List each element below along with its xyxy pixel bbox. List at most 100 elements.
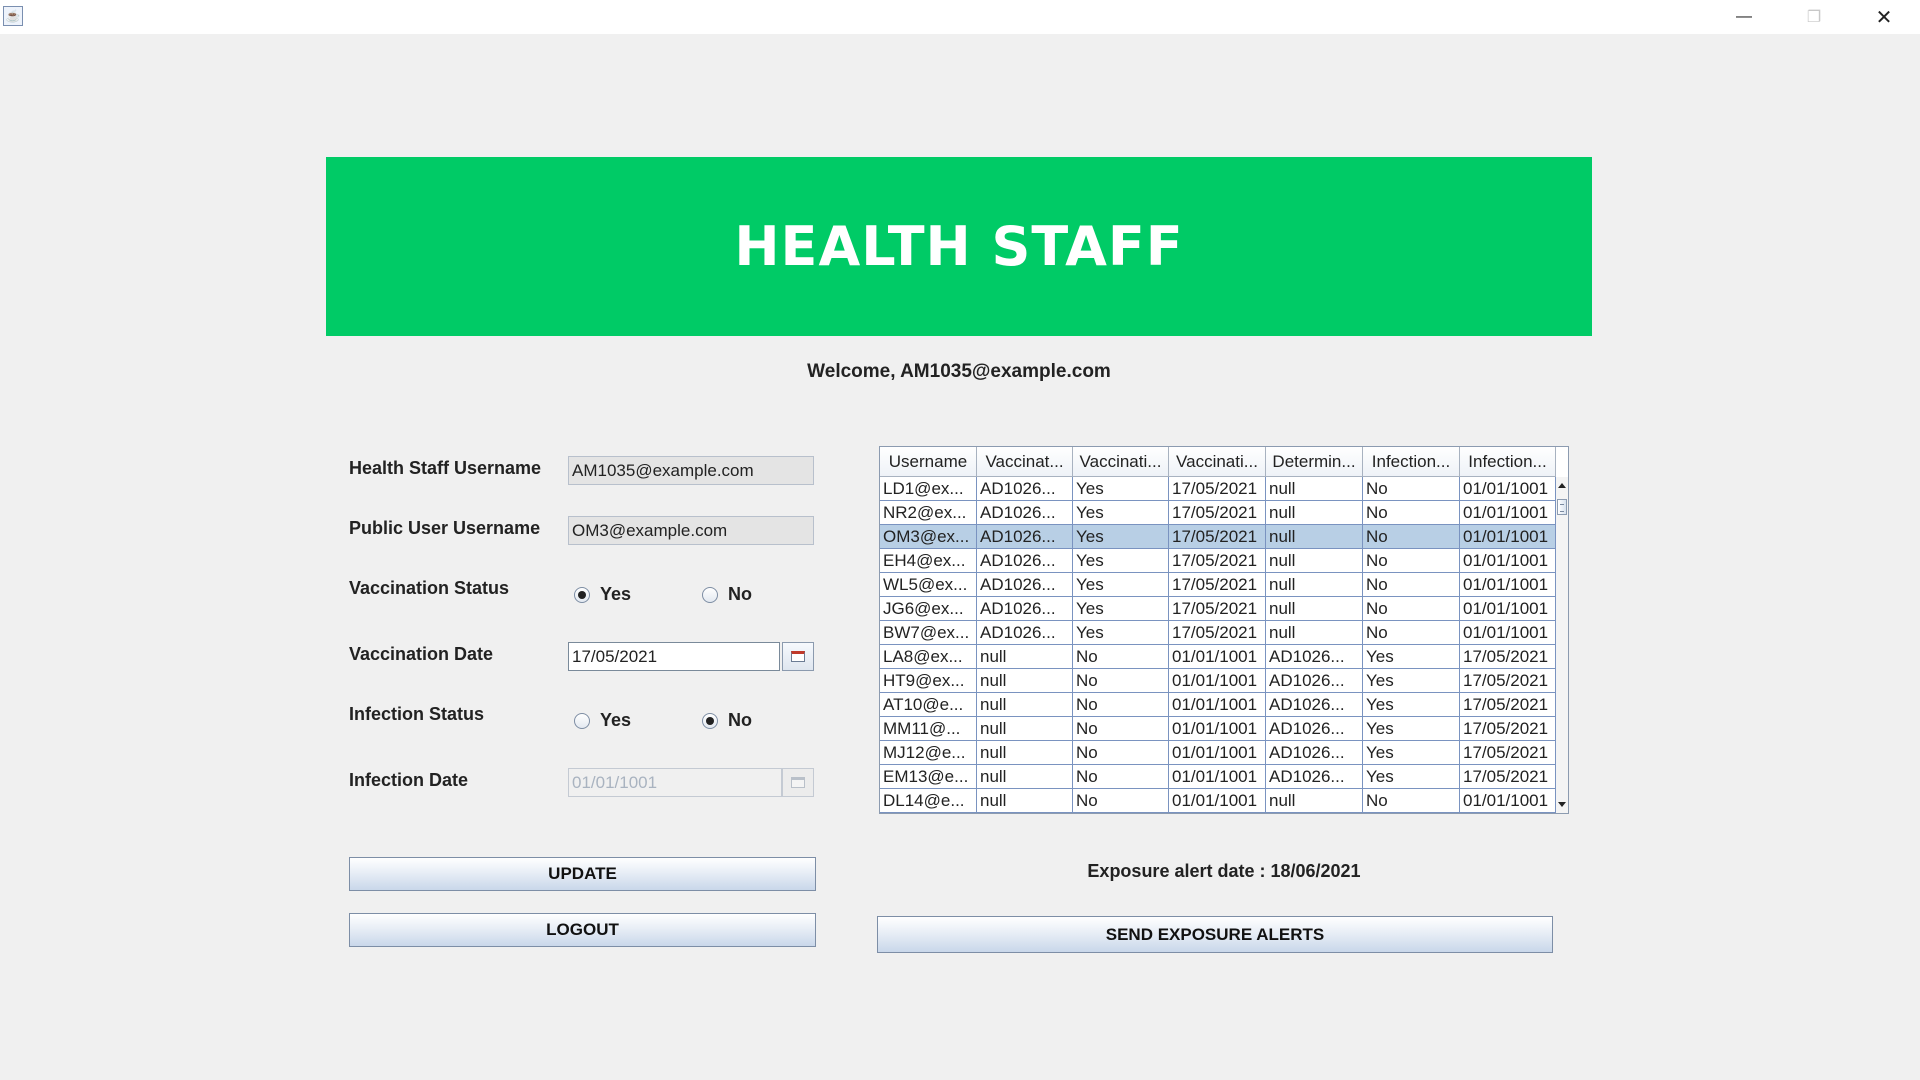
column-header[interactable]: Vaccinati... <box>1169 447 1266 477</box>
column-header[interactable]: Determin... <box>1266 447 1363 477</box>
table-cell[interactable]: null <box>1266 477 1363 501</box>
column-header[interactable]: Username <box>880 447 977 477</box>
table-cell[interactable]: AD1026... <box>977 525 1073 549</box>
table-cell[interactable]: No <box>1073 693 1169 717</box>
table-cell[interactable]: null <box>977 789 1073 813</box>
table-row[interactable]: DL14@e... null No 01/01/1001 null No 01/01/100… <box>880 789 1556 813</box>
public-username-field[interactable]: OM3@example.com <box>568 516 814 545</box>
scroll-down-arrow-icon[interactable] <box>1558 802 1566 807</box>
table-cell[interactable]: 01/01/1001 <box>1169 765 1266 789</box>
table-row[interactable]: JG6@ex... AD1026... Yes 17/05/2021 null No 01/… <box>880 597 1556 621</box>
table-cell[interactable]: No <box>1363 525 1460 549</box>
table-cell[interactable]: OM3@ex... <box>880 525 977 549</box>
table-cell[interactable]: No <box>1363 789 1460 813</box>
table-cell[interactable]: Yes <box>1363 765 1460 789</box>
table-cell[interactable]: Yes <box>1073 525 1169 549</box>
table-cell[interactable]: Yes <box>1363 645 1460 669</box>
infection-yes-radio[interactable]: Yes <box>574 710 631 731</box>
table-cell[interactable]: AD1026... <box>1266 669 1363 693</box>
table-cell[interactable]: 01/01/1001 <box>1460 525 1556 549</box>
logout-button[interactable]: LOGOUT <box>349 913 816 947</box>
table-cell[interactable]: AD1026... <box>1266 645 1363 669</box>
table-cell[interactable]: Yes <box>1363 693 1460 717</box>
table-cell[interactable]: No <box>1363 597 1460 621</box>
vaccination-date-field[interactable]: 17/05/2021 <box>568 642 780 671</box>
column-header[interactable]: Infection... <box>1363 447 1460 477</box>
table-cell[interactable]: 01/01/1001 <box>1460 549 1556 573</box>
table-cell[interactable]: No <box>1363 621 1460 645</box>
scroll-up-arrow-icon[interactable] <box>1558 483 1566 488</box>
table-cell[interactable]: AD1026... <box>1266 765 1363 789</box>
table-cell[interactable]: null <box>1266 501 1363 525</box>
table-cell[interactable]: EH4@ex... <box>880 549 977 573</box>
table-cell[interactable]: Yes <box>1073 501 1169 525</box>
table-cell[interactable]: No <box>1073 789 1169 813</box>
table-cell[interactable]: AD1026... <box>1266 693 1363 717</box>
scroll-thumb[interactable] <box>1557 499 1567 515</box>
table-cell[interactable]: 17/05/2021 <box>1460 669 1556 693</box>
table-scrollbar[interactable] <box>1556 477 1568 813</box>
table-cell[interactable]: No <box>1073 765 1169 789</box>
table-cell[interactable]: null <box>1266 549 1363 573</box>
table-cell[interactable]: AD1026... <box>977 549 1073 573</box>
table-cell[interactable]: No <box>1073 645 1169 669</box>
table-cell[interactable]: null <box>1266 525 1363 549</box>
table-cell[interactable]: 17/05/2021 <box>1169 549 1266 573</box>
table-cell[interactable]: 01/01/1001 <box>1460 501 1556 525</box>
table-cell[interactable]: 01/01/1001 <box>1169 741 1266 765</box>
table-cell[interactable]: AD1026... <box>977 621 1073 645</box>
table-cell[interactable]: 01/01/1001 <box>1169 645 1266 669</box>
table-cell[interactable]: Yes <box>1073 477 1169 501</box>
table-cell[interactable]: AD1026... <box>1266 717 1363 741</box>
table-cell[interactable]: 17/05/2021 <box>1169 501 1266 525</box>
table-cell[interactable]: AD1026... <box>977 597 1073 621</box>
column-header[interactable]: Vaccinat... <box>977 447 1073 477</box>
table-cell[interactable]: 01/01/1001 <box>1460 573 1556 597</box>
table-cell[interactable]: LD1@ex... <box>880 477 977 501</box>
table-cell[interactable]: Yes <box>1073 573 1169 597</box>
table-cell[interactable]: NR2@ex... <box>880 501 977 525</box>
table-cell[interactable]: MJ12@e... <box>880 741 977 765</box>
table-cell[interactable]: 01/01/1001 <box>1169 789 1266 813</box>
table-cell[interactable]: 17/05/2021 <box>1169 525 1266 549</box>
infection-no-radio[interactable]: No <box>702 710 752 731</box>
table-cell[interactable]: 17/05/2021 <box>1460 645 1556 669</box>
table-cell[interactable]: 01/01/1001 <box>1169 669 1266 693</box>
table-cell[interactable]: 01/01/1001 <box>1460 789 1556 813</box>
vaccination-date-picker-button[interactable] <box>782 642 814 671</box>
table-row[interactable]: MJ12@e... null No 01/01/1001 AD1026... Yes 17/… <box>880 741 1556 765</box>
table-cell[interactable]: 01/01/1001 <box>1460 597 1556 621</box>
minimize-button[interactable]: — <box>1714 0 1774 34</box>
table-row[interactable]: LD1@ex... AD1026... Yes 17/05/2021 null No 01/… <box>880 477 1556 501</box>
table-cell[interactable]: AD1026... <box>977 477 1073 501</box>
table-cell[interactable]: Yes <box>1073 597 1169 621</box>
table-cell[interactable]: No <box>1363 501 1460 525</box>
column-header[interactable]: Vaccinati... <box>1073 447 1169 477</box>
table-cell[interactable]: 17/05/2021 <box>1169 621 1266 645</box>
staff-username-field[interactable]: AM1035@example.com <box>568 456 814 485</box>
vaccination-yes-radio[interactable]: Yes <box>574 584 631 605</box>
table-cell[interactable]: 17/05/2021 <box>1460 693 1556 717</box>
table-row[interactable]: MM11@... null No 01/01/1001 AD1026... Yes 17/0… <box>880 717 1556 741</box>
table-cell[interactable]: HT9@ex... <box>880 669 977 693</box>
table-cell[interactable]: 01/01/1001 <box>1460 477 1556 501</box>
table-cell[interactable]: 17/05/2021 <box>1460 717 1556 741</box>
table-cell[interactable]: 01/01/1001 <box>1169 693 1266 717</box>
maximize-button[interactable]: ❐ <box>1784 0 1844 34</box>
table-cell[interactable]: No <box>1363 573 1460 597</box>
table-cell[interactable]: AD1026... <box>977 501 1073 525</box>
table-row[interactable]: HT9@ex... null No 01/01/1001 AD1026... Yes 17/… <box>880 669 1556 693</box>
table-row[interactable]: EM13@e... null No 01/01/1001 AD1026... Yes 17/… <box>880 765 1556 789</box>
table-cell[interactable]: 17/05/2021 <box>1460 741 1556 765</box>
table-cell[interactable]: null <box>1266 597 1363 621</box>
table-cell[interactable]: null <box>977 645 1073 669</box>
table-row[interactable]: LA8@ex... null No 01/01/1001 AD1026... Yes 17/… <box>880 645 1556 669</box>
table-cell[interactable]: null <box>1266 789 1363 813</box>
table-cell[interactable]: JG6@ex... <box>880 597 977 621</box>
table-cell[interactable]: Yes <box>1073 549 1169 573</box>
table-cell[interactable]: No <box>1073 741 1169 765</box>
table-row[interactable]: EH4@ex... AD1026... Yes 17/05/2021 null No 01/… <box>880 549 1556 573</box>
users-table[interactable]: Username Vaccinat... Vaccinati... Vaccinati… <box>879 446 1569 814</box>
table-row[interactable]: OM3@ex... AD1026... Yes 17/05/2021 null No 01/… <box>880 525 1556 549</box>
table-cell[interactable]: AD1026... <box>1266 741 1363 765</box>
